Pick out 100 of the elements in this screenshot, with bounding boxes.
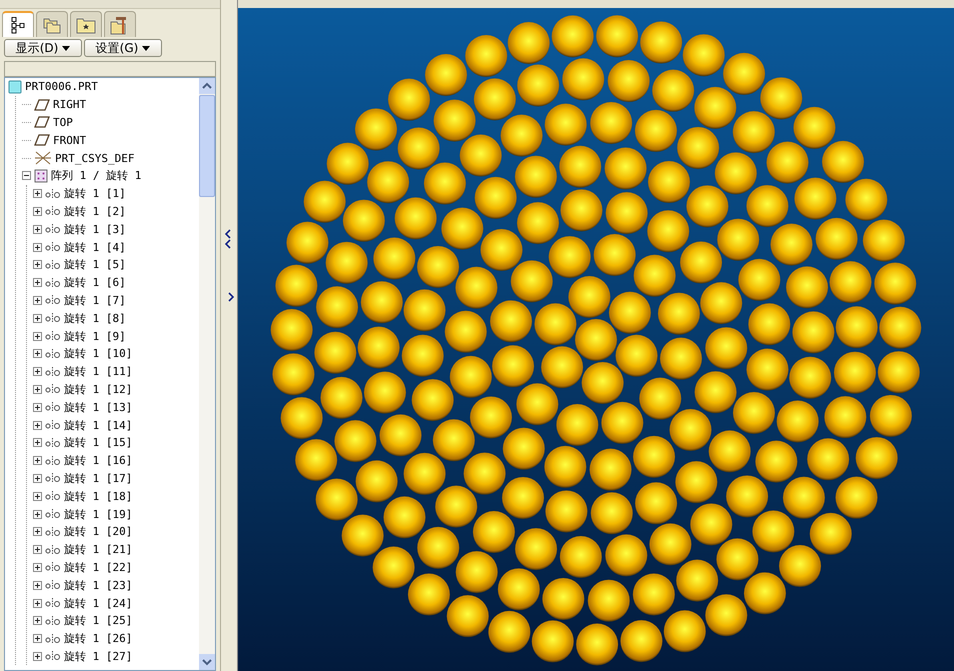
expand-icon[interactable] [33, 314, 42, 323]
tree-item[interactable]: 旋转 1 [24] [64, 596, 132, 610]
tree-item[interactable]: 旋转 1 [23] [64, 578, 132, 593]
tree-item[interactable]: 旋转 1 [16] [64, 453, 132, 468]
expand-icon[interactable] [33, 296, 42, 305]
coordinate-axes-icon [34, 151, 52, 166]
collapse-left-icon[interactable] [224, 228, 232, 250]
revolve-icon [45, 472, 61, 484]
revolve-icon [45, 383, 61, 396]
caret-icon [62, 46, 70, 50]
tree-item[interactable]: 旋转 1 [13] [64, 400, 132, 415]
revolve-icon [45, 579, 61, 592]
tree-item[interactable]: 旋转 1 [12] [64, 382, 132, 397]
expand-icon[interactable] [33, 616, 42, 626]
tree-item[interactable]: 旋转 1 [17] [64, 470, 132, 486]
expand-icon[interactable] [33, 652, 42, 661]
revolve-icon [45, 508, 61, 520]
revolve-icon [45, 188, 61, 200]
tree-item[interactable]: 旋转 1 [18] [64, 488, 132, 504]
revolve-icon [45, 401, 61, 414]
star-folder-icon [76, 16, 96, 34]
revolve-icon [45, 632, 61, 645]
expand-icon[interactable] [33, 260, 42, 270]
revolve-icon [45, 294, 61, 306]
expand-icon[interactable] [33, 527, 42, 536]
tree-item[interactable]: 旋转 1 [2] [64, 204, 126, 219]
collapse-icon[interactable] [22, 171, 31, 180]
revolve-icon [45, 330, 61, 342]
expand-icon[interactable] [33, 332, 42, 341]
scroll-down-icon[interactable] [199, 654, 216, 670]
tree-item[interactable]: 旋转 1 [1] [64, 186, 126, 202]
part-icon [8, 80, 22, 94]
revolve-icon [45, 205, 61, 218]
plane-icon [34, 98, 50, 111]
caret-icon [142, 46, 150, 50]
scroll-thumb[interactable] [199, 95, 216, 197]
revolve-icon [45, 366, 61, 378]
tree-item[interactable]: 旋转 1 [9] [64, 328, 126, 344]
tree-item[interactable]: 旋转 1 [11] [64, 364, 132, 380]
expand-icon[interactable] [33, 224, 42, 234]
expand-icon[interactable] [33, 206, 42, 216]
expand-icon[interactable] [33, 420, 42, 430]
revolve-icon [45, 241, 61, 254]
expand-icon[interactable] [33, 492, 42, 501]
expand-icon[interactable] [33, 545, 42, 554]
tree-item[interactable]: 旋转 1 [26] [64, 631, 132, 646]
tree-item[interactable]: 旋转 1 [5] [64, 257, 126, 272]
tree-item[interactable]: PRT_CSYS_DEF [55, 152, 134, 165]
dropdown-button[interactable]: 显示(D) [4, 39, 82, 57]
expand-icon[interactable] [33, 242, 42, 252]
tree-item[interactable]: 旋转 1 [22] [64, 560, 132, 575]
dropdown-button[interactable]: 设置(G) [84, 39, 162, 57]
revolve-icon [45, 650, 61, 662]
expand-icon[interactable] [33, 580, 42, 590]
tree-item[interactable]: 旋转 1 [21] [64, 542, 132, 558]
scrollbar[interactable] [199, 78, 216, 670]
tree-item[interactable]: 旋转 1 [19] [64, 506, 132, 522]
tree-item[interactable]: 旋转 1 [3] [64, 222, 126, 237]
tree-item[interactable]: 旋转 1 [20] [64, 524, 132, 540]
revolve-icon [45, 419, 61, 432]
tree-item[interactable]: 旋转 1 [4] [64, 240, 126, 255]
expand-icon[interactable] [33, 189, 42, 198]
expand-right-icon[interactable] [227, 292, 236, 302]
tree-item[interactable]: 旋转 1 [25] [64, 613, 132, 628]
scroll-up-icon[interactable] [199, 78, 216, 94]
tree-item[interactable]: 旋转 1 [27] [64, 648, 132, 664]
expand-icon[interactable] [33, 278, 42, 288]
expand-icon[interactable] [33, 367, 42, 376]
tree-item[interactable]: 旋转 1 [14] [64, 418, 132, 433]
revolve-icon [45, 614, 61, 627]
tree-item[interactable]: 旋转 1 [6] [64, 275, 126, 290]
expand-icon[interactable] [33, 456, 42, 466]
tree-item[interactable]: 阵列 1 / 旋转 1 [51, 168, 142, 184]
expand-icon[interactable] [33, 634, 42, 644]
expand-icon[interactable] [33, 598, 42, 608]
expand-icon[interactable] [33, 438, 42, 448]
tree-item[interactable]: 旋转 1 [10] [64, 346, 132, 362]
revolve-icon [45, 276, 61, 289]
revolve-icon [45, 312, 61, 324]
tree-item[interactable]: TOP [53, 116, 73, 129]
tree-item[interactable]: FRONT [53, 134, 86, 147]
expand-icon[interactable] [33, 384, 42, 394]
plane-icon [34, 116, 50, 128]
panel-tab[interactable] [2, 11, 34, 37]
tree-icon [10, 16, 26, 34]
tree-item[interactable]: 旋转 1 [7] [64, 292, 126, 308]
tree-item[interactable]: 旋转 1 [15] [64, 435, 132, 450]
revolve-icon [45, 258, 61, 271]
tree-item[interactable]: RIGHT [53, 98, 86, 112]
expand-icon[interactable] [33, 402, 42, 412]
revolve-icon [45, 561, 61, 574]
expand-icon[interactable] [33, 349, 42, 358]
expand-icon[interactable] [33, 510, 42, 519]
plane-icon [34, 134, 50, 146]
tree-item[interactable]: 旋转 1 [8] [64, 310, 126, 326]
revolve-icon [45, 436, 61, 449]
expand-icon[interactable] [33, 474, 42, 483]
revolve-icon [45, 348, 61, 360]
tree-item[interactable]: PRT0006.PRT [25, 80, 98, 94]
expand-icon[interactable] [33, 562, 42, 572]
